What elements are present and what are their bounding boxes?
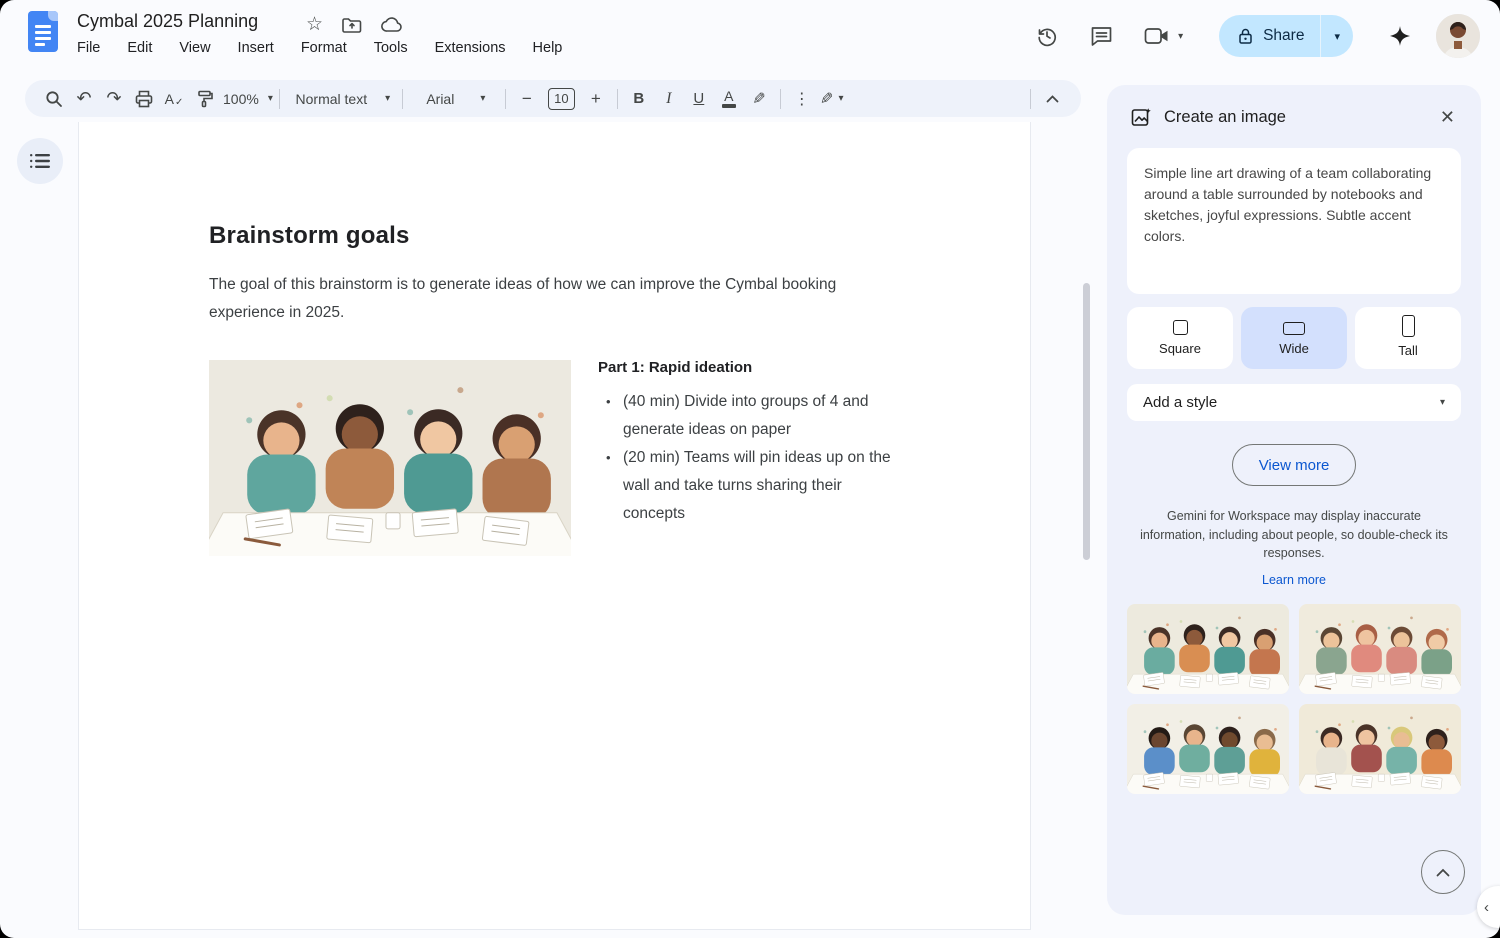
docs-logo-icon[interactable] xyxy=(28,11,58,52)
aspect-tall-button[interactable]: Tall xyxy=(1355,307,1461,369)
redo-icon[interactable]: ↷ xyxy=(99,85,129,113)
style-caret-icon: ▾ xyxy=(1439,397,1445,408)
gemini-sparkle-icon[interactable] xyxy=(1389,25,1411,47)
text-color-button[interactable]: A xyxy=(714,85,744,113)
version-history-icon[interactable] xyxy=(1035,24,1059,48)
menu-extensions[interactable]: Extensions xyxy=(435,40,506,56)
decrease-font-icon[interactable]: − xyxy=(512,85,542,113)
generated-image-thumbnail[interactable] xyxy=(1127,603,1289,694)
aspect-wide-button[interactable]: Wide xyxy=(1241,307,1347,369)
wide-shape-icon xyxy=(1283,322,1305,335)
highlight-color-icon[interactable]: ✎ xyxy=(744,85,774,113)
hide-menus-icon[interactable] xyxy=(1037,85,1067,113)
menu-help[interactable]: Help xyxy=(533,40,563,56)
generated-image-thumbnail[interactable] xyxy=(1299,603,1461,694)
doc-bullet-list: (40 min) Divide into groups of 4 and gen… xyxy=(598,388,908,528)
search-menus-icon[interactable] xyxy=(39,85,69,113)
cloud-status-icon[interactable] xyxy=(381,16,403,33)
aspect-square-button[interactable]: Square xyxy=(1127,307,1233,369)
menu-file[interactable]: File xyxy=(77,40,100,56)
print-icon[interactable] xyxy=(129,85,159,113)
star-icon[interactable]: ☆ xyxy=(306,13,323,36)
document-page[interactable]: Brainstorm goals The goal of this brains… xyxy=(78,122,1031,930)
increase-font-icon[interactable]: + xyxy=(581,85,611,113)
menu-insert[interactable]: Insert xyxy=(238,40,274,56)
generated-image-thumbnail[interactable] xyxy=(1299,703,1461,794)
menu-tools[interactable]: Tools xyxy=(374,40,408,56)
view-more-button[interactable]: View more xyxy=(1231,444,1357,486)
undo-icon[interactable]: ↶ xyxy=(69,85,99,113)
document-scrollbar[interactable] xyxy=(1083,283,1090,560)
panel-title: Create an image xyxy=(1164,108,1286,126)
bold-button[interactable]: B xyxy=(624,85,654,113)
zoom-select[interactable]: 100% ▾ xyxy=(219,85,273,113)
comments-icon[interactable] xyxy=(1090,25,1113,47)
doc-inline-image[interactable] xyxy=(209,360,571,556)
move-folder-icon[interactable] xyxy=(342,17,362,33)
meet-caret-icon[interactable]: ▾ xyxy=(1178,31,1183,42)
menu-bar: File Edit View Insert Format Tools Exten… xyxy=(77,40,562,56)
underline-button[interactable]: U xyxy=(684,85,714,113)
scroll-to-top-button[interactable] xyxy=(1421,850,1465,894)
chevron-left-icon: ‹ xyxy=(1484,898,1489,916)
add-style-dropdown[interactable]: Add a style ▾ xyxy=(1127,384,1461,421)
italic-button[interactable]: I xyxy=(654,85,684,113)
lock-icon xyxy=(1237,28,1254,45)
doc-section-title: Part 1: Rapid ideation xyxy=(598,359,753,376)
share-label: Share xyxy=(1263,27,1305,44)
app-window: Cymbal 2025 Planning ☆ File Edit View In… xyxy=(0,0,1500,938)
spellcheck-icon[interactable]: A ✓ xyxy=(159,85,189,113)
generated-images-grid xyxy=(1127,603,1461,794)
learn-more-link[interactable]: Learn more xyxy=(1107,573,1481,587)
close-panel-icon[interactable]: ✕ xyxy=(1436,105,1459,130)
generated-image-thumbnail[interactable] xyxy=(1127,703,1289,794)
font-family-select[interactable]: Arial ▾ xyxy=(409,85,499,113)
image-prompt-input[interactable]: Simple line art drawing of a team collab… xyxy=(1127,148,1461,294)
share-caret-icon[interactable]: ▾ xyxy=(1321,30,1353,43)
gemini-disclaimer: Gemini for Workspace may display inaccur… xyxy=(1140,509,1448,560)
document-title[interactable]: Cymbal 2025 Planning xyxy=(77,11,258,32)
doc-heading: Brainstorm goals xyxy=(209,222,410,249)
create-image-icon xyxy=(1131,107,1152,128)
doc-intro-paragraph: The goal of this brainstorm is to genera… xyxy=(209,276,837,321)
font-size-input[interactable]: 10 xyxy=(547,87,575,110)
menu-format[interactable]: Format xyxy=(301,40,347,56)
paragraph-style-select[interactable]: Normal text ▾ xyxy=(286,85,396,113)
create-image-panel: Create an image ✕ Simple line art drawin… xyxy=(1107,85,1481,915)
square-shape-icon xyxy=(1172,320,1188,335)
doc-bullet-item: (20 min) Teams will pin ideas up on the … xyxy=(598,444,908,528)
doc-bullet-item: (40 min) Divide into groups of 4 and gen… xyxy=(598,388,908,444)
menu-edit[interactable]: Edit xyxy=(127,40,152,56)
tall-shape-icon xyxy=(1401,315,1415,337)
meet-video-icon[interactable] xyxy=(1144,27,1170,45)
menu-view[interactable]: View xyxy=(179,40,210,56)
paint-format-icon[interactable] xyxy=(189,85,219,113)
show-outline-button[interactable] xyxy=(17,138,63,184)
toolbar: ↶ ↷ A ✓ 100% ▾ Normal text ▾ Arial ▾ − 1… xyxy=(25,80,1081,117)
account-avatar[interactable] xyxy=(1436,14,1480,58)
pen-mode-select[interactable]: ✎ ▾ xyxy=(817,85,847,113)
more-options-icon[interactable]: ⋮ xyxy=(787,85,817,113)
share-button[interactable]: Share ▾ xyxy=(1219,15,1353,57)
